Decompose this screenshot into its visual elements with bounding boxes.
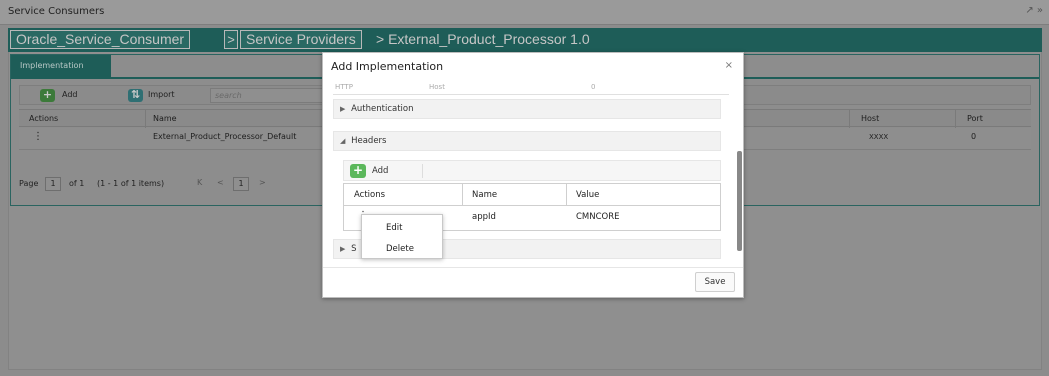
pager-first-icon[interactable]: K <box>197 178 202 187</box>
column-header-actions[interactable]: Actions <box>29 114 58 123</box>
add-implementation-dialog: Add Implementation × HTTP Host 0 ▶ Authe… <box>322 52 744 298</box>
window-titlebar: Service Consumers ↗ » <box>0 0 1049 25</box>
column-header-name[interactable]: Name <box>472 190 497 200</box>
window-title: Service Consumers <box>8 6 105 17</box>
section-headers[interactable]: ◢ Headers <box>333 131 721 151</box>
tab-implementation[interactable]: Implementation <box>11 55 111 77</box>
column-header-host[interactable]: Host <box>861 114 879 123</box>
row-host: XXXX <box>869 133 889 141</box>
close-icon[interactable]: × <box>725 60 733 71</box>
collapse-arrow-icon: ◢ <box>340 137 346 145</box>
breadcrumb-consumer[interactable]: Oracle_Service_Consumer <box>10 30 191 49</box>
section-authentication-label: Authentication <box>351 104 414 114</box>
save-button[interactable]: Save <box>695 272 735 292</box>
add-icon[interactable]: + <box>40 89 55 102</box>
partial-port: 0 <box>591 83 596 91</box>
column-header-name[interactable]: Name <box>153 114 177 123</box>
pager-page-label: Page <box>19 179 39 188</box>
row-port: 0 <box>971 132 977 141</box>
dialog-footer-divider <box>323 267 743 268</box>
header-value: CMNCORE <box>576 212 620 222</box>
pager-current-page[interactable]: 1 <box>233 177 249 191</box>
column-header-actions[interactable]: Actions <box>354 190 385 200</box>
import-icon[interactable]: ⇅ <box>128 89 143 102</box>
column-header-port[interactable]: Port <box>967 114 983 123</box>
partial-host: Host <box>429 83 445 91</box>
search-input[interactable]: search <box>210 88 340 103</box>
row-context-menu: Edit Delete <box>361 214 443 259</box>
dialog-scrollbar[interactable] <box>737 151 742 251</box>
breadcrumb-separator: > <box>224 30 238 49</box>
window-controls-icon[interactable]: ↗ » <box>1025 5 1043 16</box>
add-icon[interactable]: + <box>350 164 366 178</box>
menu-item-edit[interactable]: Edit <box>362 217 442 237</box>
column-header-value[interactable]: Value <box>576 190 599 200</box>
breadcrumb: Oracle_Service_Consumer > Service Provid… <box>8 28 1042 52</box>
breadcrumb-current: > External_Product_Processor 1.0 <box>376 31 590 47</box>
pager-items-label: (1 - 1 of 1 items) <box>97 179 165 188</box>
partial-protocol: HTTP <box>335 83 353 91</box>
partial-config-row: HTTP Host 0 <box>333 83 729 95</box>
import-button[interactable]: Import <box>148 90 175 99</box>
section-headers-label: Headers <box>351 136 387 146</box>
add-header-button[interactable]: Add <box>372 166 388 176</box>
pagination: Page 1 of 1 (1 - 1 of 1 items) K < 1 > <box>19 177 339 193</box>
headers-table-header: Actions Name Value <box>344 184 720 206</box>
breadcrumb-providers[interactable]: Service Providers <box>240 30 362 49</box>
pager-page-input[interactable]: 1 <box>45 177 61 191</box>
menu-item-delete[interactable]: Delete <box>362 238 442 258</box>
section-partial-label: S <box>351 244 357 254</box>
pager-next-icon[interactable]: > <box>259 178 266 187</box>
header-name: appId <box>472 212 496 222</box>
row-actions-icon[interactable]: ⋮ <box>33 131 43 142</box>
add-button[interactable]: Add <box>62 90 78 99</box>
dialog-title: Add Implementation <box>331 60 444 73</box>
pager-of-label: of 1 <box>69 179 85 188</box>
expand-arrow-icon: ▶ <box>340 105 346 113</box>
row-name: External_Product_Processor_Default <box>153 132 297 141</box>
section-authentication[interactable]: ▶ Authentication <box>333 99 721 119</box>
expand-arrow-icon: ▶ <box>340 245 346 253</box>
headers-toolbar: + Add <box>343 160 721 181</box>
pager-prev-icon[interactable]: < <box>217 178 224 187</box>
